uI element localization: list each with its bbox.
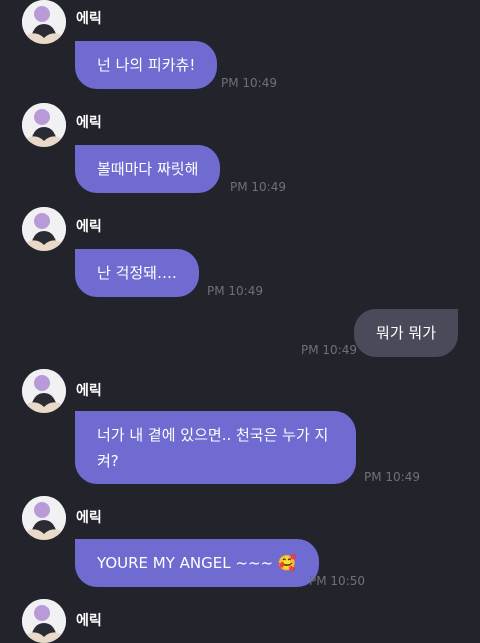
profile-avatar-icon — [22, 369, 66, 413]
outgoing-message-bubble[interactable]: 뭐가 뭐가 — [354, 309, 458, 357]
profile-avatar-icon — [22, 207, 66, 251]
message-bubble[interactable]: 너가 내 곁에 있으면.. 천국은 누가 지켜? — [75, 411, 356, 484]
sender-name: 에릭 — [76, 115, 102, 131]
message-timestamp: PM 10:49 — [364, 470, 420, 484]
message-timestamp: PM 10:50 — [309, 574, 365, 588]
sender-avatar[interactable] — [22, 599, 66, 643]
message-bubble[interactable]: 넌 나의 피카츄! — [75, 41, 218, 89]
message-bubble[interactable]: 난 걱정돼…. — [75, 249, 199, 297]
sender-name: 에릭 — [76, 383, 102, 399]
sender-name: 에릭 — [76, 11, 102, 27]
sender-name: 에릭 — [76, 510, 102, 526]
profile-avatar-icon — [22, 599, 66, 643]
message-timestamp: PM 10:49 — [230, 180, 286, 194]
sender-name: 에릭 — [76, 613, 102, 629]
chat-screen: { "messages": [ {"sender": "에릭", "text":… — [0, 0, 480, 643]
sender-avatar[interactable] — [22, 496, 66, 540]
profile-avatar-icon — [22, 103, 66, 147]
message-timestamp: PM 10:49 — [207, 284, 263, 298]
sender-avatar[interactable] — [22, 369, 66, 413]
sender-avatar[interactable] — [22, 207, 66, 251]
message-timestamp: PM 10:49 — [221, 76, 277, 90]
profile-avatar-icon — [22, 496, 66, 540]
message-bubble[interactable]: YOURE MY ANGEL ~~~ 🥰 — [75, 539, 319, 587]
message-timestamp: PM 10:49 — [301, 343, 357, 357]
message-bubble[interactable]: 볼때마다 짜릿해 — [75, 145, 221, 193]
profile-avatar-icon — [22, 0, 66, 44]
sender-name: 에릭 — [76, 219, 102, 235]
sender-avatar[interactable] — [22, 0, 66, 44]
sender-avatar[interactable] — [22, 103, 66, 147]
